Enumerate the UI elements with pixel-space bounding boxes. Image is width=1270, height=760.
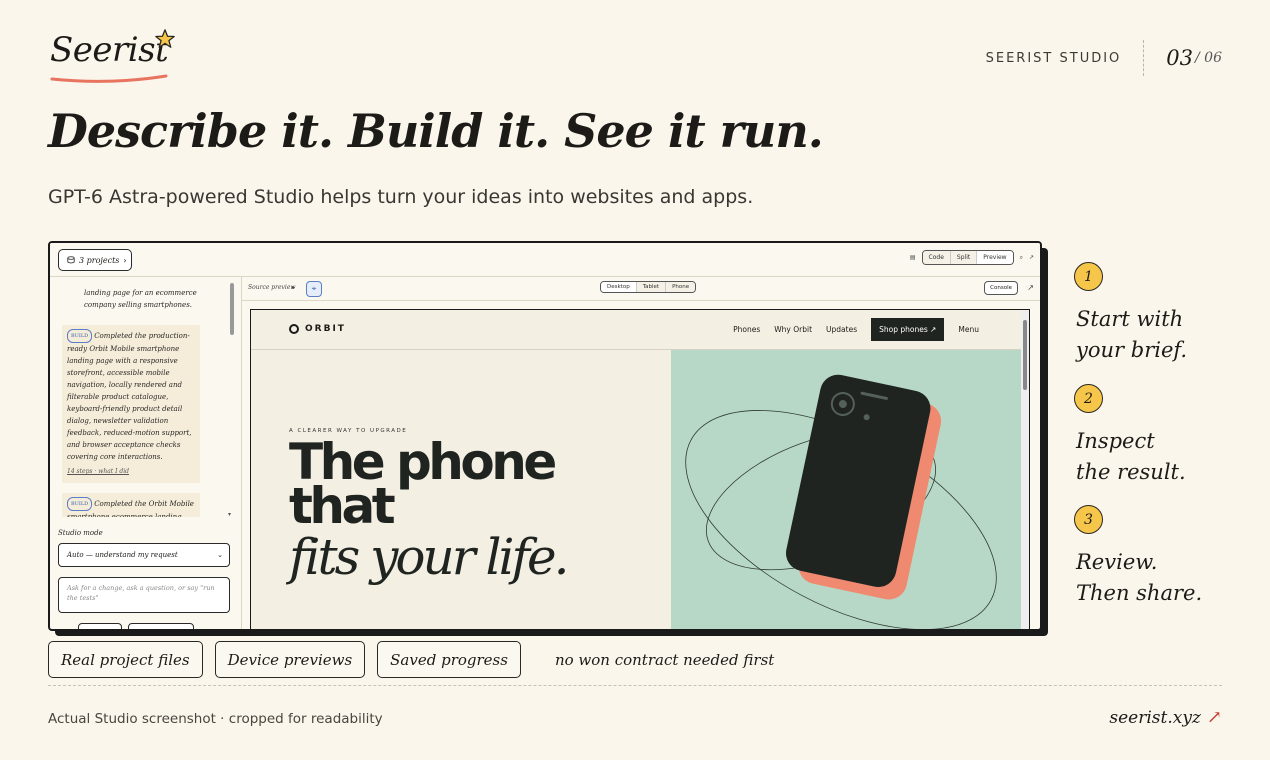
- footer-link[interactable]: seerist.xyz ↗: [1109, 707, 1222, 728]
- pill-real-project-files: Real project files: [48, 641, 203, 678]
- step-line: Inspect: [1076, 429, 1155, 453]
- view-toolbar: ▤ Code Split Preview ⌕ ↗: [910, 250, 1034, 265]
- external-link-icon[interactable]: ↗: [1029, 254, 1034, 261]
- mode-value: Auto — understand my request: [67, 551, 178, 559]
- tab-code[interactable]: Code: [922, 251, 951, 264]
- step-1: 1 Start with your brief.: [1074, 262, 1187, 362]
- hero-illustration: [671, 350, 1029, 629]
- logo-underline: [50, 74, 168, 83]
- step-number: 2: [1074, 384, 1103, 413]
- studio-screenshot: 3 projects › ▤ Code Split Preview ⌕ ↗ la…: [48, 241, 1042, 631]
- step-2: 2 Inspect the result.: [1074, 384, 1186, 484]
- seerist-logo[interactable]: Seerist: [50, 29, 175, 83]
- steps-link[interactable]: 14 steps · what I did: [67, 466, 195, 478]
- tab-phone[interactable]: Phone: [666, 282, 696, 292]
- chat-panel: landing page for an ecommerce company se…: [50, 277, 242, 629]
- pill-device-previews: Device previews: [214, 641, 366, 678]
- chat-build-card: BUILD Completed the production-ready Orbi…: [62, 325, 200, 483]
- arrow-up-right-icon: ↗: [1206, 707, 1222, 728]
- footer-link-text: seerist.xyz: [1109, 707, 1201, 728]
- subheadline: GPT-6 Astra-powered Studio helps turn yo…: [48, 186, 754, 208]
- step-line: the result.: [1076, 460, 1186, 484]
- view-switcher: Code Split Preview: [921, 250, 1014, 265]
- site-preview: ORBIT Phones Why Orbit Updates Shop phon…: [250, 309, 1030, 629]
- prompt-input[interactable]: Ask for a change, ask a question, or say…: [58, 577, 230, 613]
- build-summary: Completed the production-ready Orbit Mob…: [67, 332, 192, 461]
- step-text: Start with your brief.: [1076, 304, 1236, 366]
- orbit-logo-text: ORBIT: [305, 324, 346, 334]
- logo-text: Seerist: [50, 30, 169, 70]
- chat-history[interactable]: landing page for an ecommerce company se…: [50, 277, 230, 517]
- tab-tablet[interactable]: Tablet: [636, 282, 667, 292]
- tab-preview[interactable]: Preview: [977, 251, 1013, 264]
- layout-icon[interactable]: ▤: [910, 254, 916, 261]
- chat-action-button[interactable]: [78, 623, 122, 629]
- hero-title-line-3: fits your life.: [289, 528, 569, 586]
- preview-toolbar: Source preview ▸ ⌖ Desktop Tablet Phone …: [242, 277, 1040, 301]
- site-nav-links: Phones Why Orbit Updates Shop phones ↗ M…: [733, 318, 979, 341]
- brand-meta: SEERIST STUDIO 03 / 06: [986, 40, 1222, 76]
- chat-send-button[interactable]: [128, 623, 194, 629]
- projects-label: 3 projects: [79, 255, 120, 265]
- tab-desktop[interactable]: Desktop: [601, 282, 637, 292]
- console-button[interactable]: Console: [984, 281, 1018, 295]
- step-line: Review.: [1076, 550, 1158, 574]
- chevron-down-icon: ⌄: [217, 551, 223, 559]
- target-icon[interactable]: ⌖: [306, 281, 322, 297]
- site-nav: ORBIT Phones Why Orbit Updates Shop phon…: [251, 310, 1029, 350]
- external-link-icon[interactable]: ↗: [1027, 283, 1034, 292]
- chevron-right-icon: ›: [123, 255, 127, 265]
- shop-phones-button[interactable]: Shop phones ↗: [871, 318, 945, 341]
- preview-scrollbar[interactable]: [1021, 310, 1029, 629]
- source-preview-label: Source preview: [248, 284, 296, 291]
- database-icon: [67, 256, 75, 264]
- page-total: / 06: [1195, 50, 1222, 66]
- studio-label: SEERIST STUDIO: [985, 50, 1122, 66]
- step-line: Then share.: [1076, 581, 1203, 605]
- page-number: 03: [1166, 46, 1194, 70]
- search-icon[interactable]: ⌕: [1020, 254, 1023, 262]
- step-number: 1: [1074, 262, 1103, 291]
- feature-pills: Real project files Device previews Saved…: [48, 641, 774, 678]
- projects-button[interactable]: 3 projects ›: [58, 249, 132, 271]
- footer-divider: [48, 685, 1222, 686]
- step-3: 3 Review. Then share.: [1074, 505, 1202, 605]
- nav-link-updates[interactable]: Updates: [826, 325, 857, 334]
- nav-menu[interactable]: Menu: [958, 325, 979, 334]
- headline: Describe it. Build it. See it run.: [48, 104, 824, 158]
- orbit-ring-icon: [289, 324, 299, 334]
- device-switcher: Desktop Tablet Phone: [600, 281, 697, 293]
- build-badge: BUILD: [67, 497, 93, 511]
- step-text: Inspect the result.: [1076, 426, 1236, 488]
- footer-caption: Actual Studio screenshot · cropped for r…: [48, 711, 383, 727]
- hero-copy: A CLEARER WAY TO UPGRADE The phone that …: [289, 428, 569, 586]
- pill-saved-progress: Saved progress: [377, 641, 521, 678]
- build-badge: BUILD: [67, 329, 93, 343]
- nav-link-phones[interactable]: Phones: [733, 325, 760, 334]
- studio-topbar: 3 projects › ▤ Code Split Preview ⌕ ↗: [50, 243, 1040, 277]
- star-icon: [155, 29, 175, 48]
- tab-split[interactable]: Split: [950, 251, 978, 264]
- pill-note: no won contract needed first: [554, 650, 775, 669]
- chat-scrollbar[interactable]: [230, 283, 234, 335]
- step-line: Start with: [1076, 307, 1184, 331]
- divider: [1143, 40, 1145, 76]
- step-number: 3: [1074, 505, 1103, 534]
- chevron-down-icon[interactable]: ▾: [228, 511, 231, 518]
- phone-illustration: [685, 374, 997, 629]
- mode-label: Studio mode: [58, 529, 103, 537]
- chat-user-message: landing page for an ecommerce company se…: [84, 289, 197, 309]
- play-icon[interactable]: ▸: [292, 284, 295, 291]
- mode-select[interactable]: Auto — understand my request ⌄: [58, 543, 230, 567]
- step-line: your brief.: [1076, 338, 1188, 362]
- chat-build-card: BUILD Completed the Orbit Mobile smartpho…: [62, 493, 200, 517]
- step-text: Review. Then share.: [1076, 547, 1236, 609]
- nav-link-why-orbit[interactable]: Why Orbit: [774, 325, 812, 334]
- orbit-logo[interactable]: ORBIT: [289, 324, 346, 334]
